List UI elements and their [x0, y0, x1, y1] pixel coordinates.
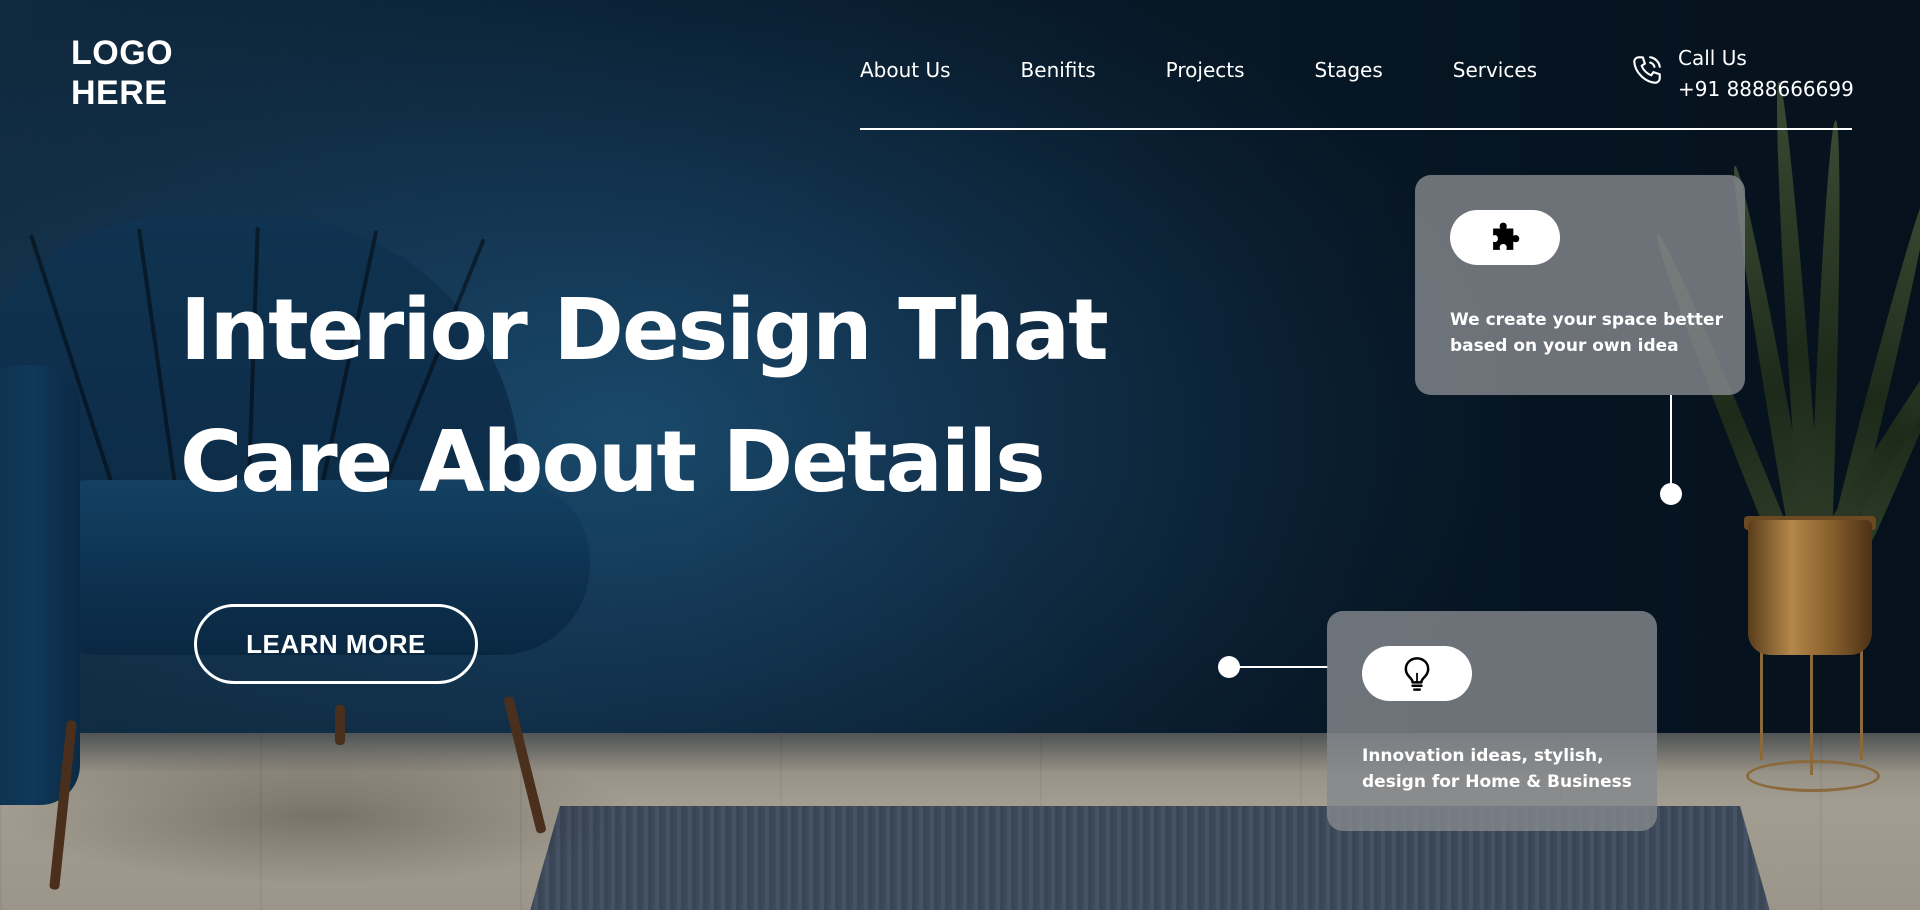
- phone-number[interactable]: +91 8888666699: [1678, 74, 1854, 105]
- nav-benifits[interactable]: Benifits: [1021, 58, 1096, 82]
- call-us[interactable]: Call Us +91 8888666699: [1630, 43, 1854, 105]
- call-us-label: Call Us: [1678, 46, 1747, 70]
- connector-dot: [1218, 656, 1240, 678]
- potted-plant-image: [1647, 0, 1920, 800]
- phone-icon: [1633, 56, 1661, 84]
- connector-dot: [1660, 483, 1682, 505]
- plant-stand-ring: [1746, 760, 1880, 792]
- learn-more-button[interactable]: LEARN MORE: [194, 604, 478, 684]
- feature-icon-pill: [1450, 210, 1560, 265]
- connector-line: [1670, 395, 1672, 493]
- logo-line-1: LOGO: [71, 34, 174, 72]
- nav-stages[interactable]: Stages: [1315, 58, 1383, 82]
- call-us-text: Call Us +91 8888666699: [1678, 43, 1854, 105]
- nav-divider: [860, 128, 1852, 130]
- puzzle-icon: [1493, 222, 1520, 250]
- plant-pot: [1748, 520, 1872, 655]
- feature-card-innovation: Innovation ideas, stylish, design for Ho…: [1327, 611, 1657, 831]
- nav-services[interactable]: Services: [1453, 58, 1537, 82]
- logo-line-2: HERE: [71, 74, 168, 112]
- hero-title-line-1: Interior Design That: [180, 281, 1109, 380]
- main-nav: About Us Benifits Projects Stages Servic…: [860, 58, 1537, 82]
- logo[interactable]: LOGO HERE: [71, 33, 173, 113]
- nav-projects[interactable]: Projects: [1166, 58, 1245, 82]
- feature-text-idea: We create your space better based on you…: [1450, 310, 1723, 356]
- hero-title-line-2: Care About Details: [180, 413, 1046, 512]
- armchair-leg: [335, 705, 345, 745]
- lightbulb-icon: [1404, 656, 1430, 691]
- feature-text-innovation: Innovation ideas, stylish, design for Ho…: [1362, 746, 1632, 792]
- plant-leaf: [1767, 80, 1822, 541]
- nav-about-us[interactable]: About Us: [860, 58, 951, 82]
- feature-card-idea: We create your space better based on you…: [1415, 175, 1745, 395]
- feature-icon-pill: [1362, 646, 1472, 701]
- hero-title: Interior Design That Care About Details: [180, 265, 1130, 529]
- connector-line: [1228, 666, 1328, 668]
